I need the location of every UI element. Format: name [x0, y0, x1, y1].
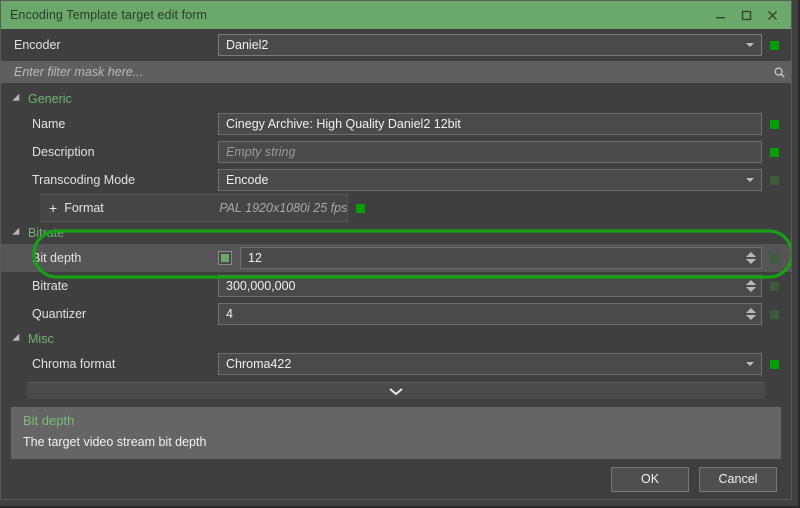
dialog-window-inner: Encoding Template target edit form Encod…: [0, 0, 792, 500]
row-label: Transcoding Mode: [32, 173, 136, 187]
encoder-value: Daniel2: [226, 38, 269, 52]
row-bitrate[interactable]: Bitrate 300,000,000: [1, 272, 791, 300]
group-header-misc[interactable]: Misc: [1, 328, 791, 350]
row-bit-depth[interactable]: Bit depth 12: [1, 244, 791, 272]
expand-more-bar[interactable]: [27, 382, 765, 399]
quantizer-value: 4: [226, 307, 233, 321]
transcoding-mode-value: Encode: [226, 173, 269, 187]
bitrate-value: 300,000,000: [226, 279, 296, 293]
description-status-indicator: [770, 147, 779, 157]
ok-button[interactable]: OK: [611, 466, 689, 492]
collapse-caret-icon: [12, 93, 23, 105]
close-button[interactable]: [759, 2, 785, 28]
chevron-down-icon: [746, 43, 754, 47]
row-quantizer[interactable]: Quantizer 4: [1, 300, 791, 328]
cancel-button[interactable]: Cancel: [699, 466, 777, 492]
format-value: PAL 1920x1080i 25 fps: [219, 201, 348, 215]
collapse-caret-icon: [12, 227, 23, 239]
format-subgroup[interactable]: + Format PAL 1920x1080i 25 fps: [40, 194, 349, 222]
name-input[interactable]: Cinegy Archive: High Quality Daniel2 12b…: [218, 113, 762, 135]
group-header-generic[interactable]: Generic: [1, 88, 791, 110]
bitrate-status-indicator: [770, 281, 779, 291]
collapse-caret-icon: [12, 333, 23, 345]
row-chroma-format[interactable]: Chroma format Chroma422: [1, 350, 791, 378]
row-field: Encode: [218, 169, 762, 191]
row-label: Quantizer: [32, 307, 87, 321]
bit-depth-input[interactable]: 12: [240, 247, 762, 269]
row-field: Empty string: [218, 141, 762, 163]
encoder-label: Encoder: [14, 38, 61, 52]
transcoding-mode-status-indicator: [770, 175, 779, 185]
chroma-format-combobox[interactable]: Chroma422: [218, 353, 762, 375]
chevron-down-icon: [746, 362, 754, 366]
transcoding-mode-combobox[interactable]: Encode: [218, 169, 762, 191]
row-label: Bit depth: [32, 251, 82, 265]
filter-bar[interactable]: [1, 61, 791, 83]
maximize-button[interactable]: [733, 2, 759, 28]
close-icon: [767, 10, 777, 20]
quantizer-input[interactable]: 4: [218, 303, 762, 325]
encoder-combobox[interactable]: Daniel2: [218, 34, 762, 56]
minimize-icon: [715, 16, 725, 18]
row-field: Cinegy Archive: High Quality Daniel2 12b…: [218, 113, 762, 135]
window-controls: [707, 1, 791, 29]
group-title: Bitrate: [28, 226, 65, 240]
row-label: Name: [32, 117, 66, 131]
stepper-up-icon[interactable]: [746, 280, 756, 285]
bitrate-input[interactable]: 300,000,000: [218, 275, 762, 297]
dialog-window: Encoding Template target edit form Encod…: [0, 0, 800, 508]
chevron-down-icon: [746, 178, 754, 182]
format-label: Format: [64, 201, 104, 215]
row-transcoding-mode[interactable]: Transcoding Mode Encode: [1, 166, 791, 194]
group-title: Misc: [28, 332, 54, 346]
row-label: Description: [32, 145, 95, 159]
encoder-row: Encoder Daniel2: [1, 29, 791, 61]
minimize-button[interactable]: [707, 2, 733, 28]
maximize-icon: [741, 10, 751, 20]
stepper-down-icon[interactable]: [746, 315, 756, 320]
name-status-indicator: [770, 119, 779, 129]
row-field: 4: [218, 303, 762, 325]
row-field: 300,000,000: [218, 275, 762, 297]
bit-depth-value: 12: [248, 251, 262, 265]
description-body: The target video stream bit depth: [23, 435, 207, 449]
bit-depth-stepper[interactable]: [746, 252, 756, 264]
encoder-status-indicator: [770, 40, 779, 50]
chroma-format-value: Chroma422: [226, 357, 292, 371]
row-format[interactable]: + Format PAL 1920x1080i 25 fps: [1, 194, 791, 222]
format-status-indicator: [356, 203, 366, 213]
dialog-footer: OK Cancel: [1, 459, 791, 499]
title-bar[interactable]: Encoding Template target edit form: [1, 1, 791, 29]
search-icon[interactable]: [767, 66, 791, 79]
expand-plus-icon[interactable]: +: [49, 201, 57, 215]
group-title: Generic: [28, 92, 72, 106]
stepper-down-icon[interactable]: [746, 259, 756, 264]
description-input[interactable]: Empty string: [218, 141, 762, 163]
description-title: Bit depth: [23, 413, 75, 428]
stepper-up-icon[interactable]: [746, 308, 756, 313]
row-field: Chroma422: [218, 353, 762, 375]
chevron-down-icon: [389, 387, 403, 395]
filter-input[interactable]: [1, 64, 767, 80]
window-title: Encoding Template target edit form: [10, 8, 208, 22]
chroma-format-status-indicator: [770, 359, 779, 369]
property-grid: Generic Name Cinegy Archive: High Qualit…: [1, 83, 791, 399]
bit-depth-status-indicator: [770, 253, 779, 263]
row-description[interactable]: Description Empty string: [1, 138, 791, 166]
stepper-down-icon[interactable]: [746, 287, 756, 292]
row-label: Bitrate: [32, 279, 69, 293]
bit-depth-checkbox[interactable]: [218, 251, 232, 265]
row-field: 12: [218, 247, 762, 269]
description-panel: Bit depth The target video stream bit de…: [11, 407, 781, 465]
stepper-up-icon[interactable]: [746, 252, 756, 257]
quantizer-stepper[interactable]: [746, 308, 756, 320]
row-name[interactable]: Name Cinegy Archive: High Quality Daniel…: [1, 110, 791, 138]
row-label: Chroma format: [32, 357, 116, 371]
quantizer-status-indicator: [770, 309, 779, 319]
bitrate-stepper[interactable]: [746, 280, 756, 292]
group-header-bitrate[interactable]: Bitrate: [1, 222, 791, 244]
